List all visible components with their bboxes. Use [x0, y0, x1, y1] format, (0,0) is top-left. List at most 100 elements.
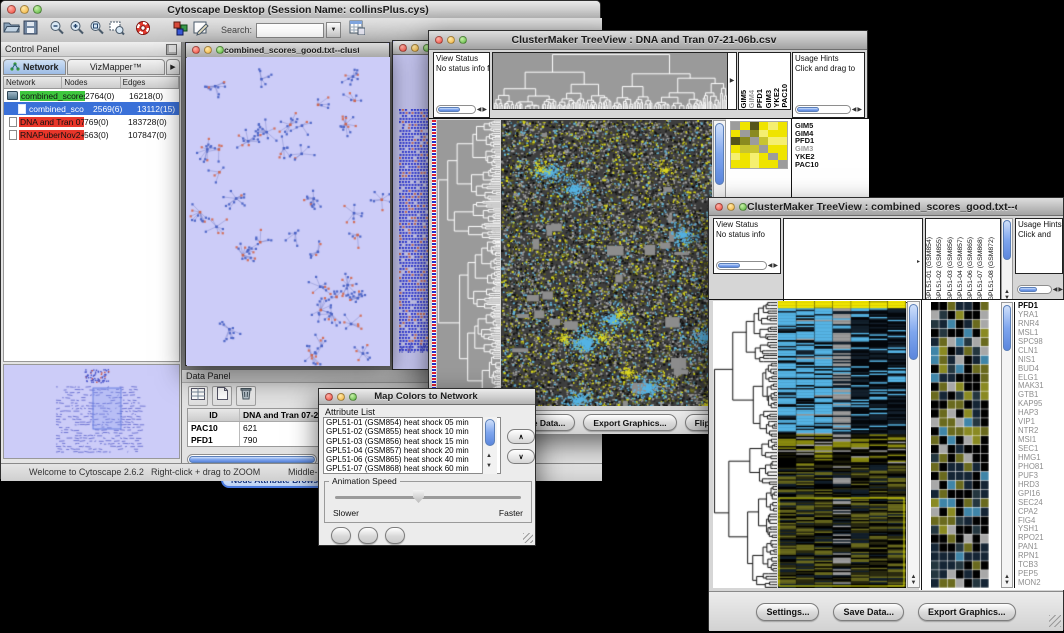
attribute-list-vscrollbar[interactable]: ▲ ▼: [482, 417, 497, 474]
close-icon[interactable]: [7, 5, 16, 14]
network-canvas[interactable]: [187, 57, 390, 366]
zoom-selected-button[interactable]: [107, 20, 127, 40]
minimize-icon[interactable]: [337, 393, 345, 401]
minimize-icon[interactable]: [20, 5, 29, 14]
netwin1-titlebar[interactable]: combined_scores_good.txt--cluste...: [186, 43, 389, 58]
column-labels-vscrollbar[interactable]: ▲▼: [1001, 218, 1013, 303]
scroll-thumb[interactable]: [797, 107, 819, 112]
birds-eye-view[interactable]: [3, 364, 180, 459]
vizmapper-button[interactable]: [171, 20, 191, 40]
move-up-button[interactable]: ∧: [507, 429, 535, 444]
arrow-right-icon[interactable]: ▶: [1058, 287, 1063, 293]
arrow-left-icon[interactable]: ◀: [1053, 287, 1058, 293]
zoom-in-button[interactable]: [67, 20, 87, 40]
close-icon[interactable]: [325, 393, 333, 401]
scroll-thumb[interactable]: [189, 456, 315, 463]
new-attribute-button[interactable]: [212, 386, 232, 406]
network-canvas-grid[interactable]: [399, 109, 429, 353]
arrow-down-icon[interactable]: ▼: [911, 580, 917, 586]
network-list-item[interactable]: RNAPuberNov2+ 563(0) 107847(0): [4, 128, 179, 141]
resize-grip[interactable]: [523, 533, 533, 543]
column-label[interactable]: GPL51-08 (GSM872): [989, 237, 999, 301]
column-dendrogram[interactable]: [492, 52, 728, 110]
row-dendrogram[interactable]: [437, 120, 500, 406]
column-header[interactable]: Nodes: [62, 77, 120, 88]
column-label[interactable]: PAC10: [781, 84, 789, 108]
row-label[interactable]: PAC10: [795, 161, 839, 169]
zoom-window-icon[interactable]: [739, 203, 747, 211]
scroll-thumb[interactable]: [718, 263, 740, 268]
zoom-window-icon[interactable]: [349, 393, 357, 401]
zoom-window-icon[interactable]: [33, 5, 42, 14]
search-dropdown-button[interactable]: ▼: [326, 22, 341, 38]
grid-row[interactable]: PAC10 621: [188, 422, 338, 434]
speed-slider-thumb[interactable]: [413, 490, 424, 503]
treeview-button[interactable]: Export Graphics...: [583, 414, 676, 431]
grid-row[interactable]: PFD1 790: [188, 434, 338, 446]
splitter-gutter[interactable]: ▶: [727, 52, 737, 110]
arrow-right-icon[interactable]: ▶: [773, 263, 778, 269]
tab-vizmapper[interactable]: VizMapper™: [67, 59, 165, 75]
network-list-item[interactable]: combined_sco 2569(6) 13112(15): [4, 102, 179, 115]
close-icon[interactable]: [715, 203, 723, 211]
tab-network[interactable]: Network: [3, 59, 66, 75]
network-list-item[interactable]: DNA and Tran 07 769(0) 183728(0): [4, 115, 179, 128]
view-status-hscrollbar[interactable]: ◀▶: [716, 260, 778, 271]
table-report-button[interactable]: [347, 20, 367, 40]
heatmap-vscrollbar[interactable]: ▲▼: [907, 301, 920, 588]
search-input[interactable]: [256, 23, 324, 38]
save-session-button[interactable]: [21, 20, 41, 40]
tab-overflow-button[interactable]: ▶: [166, 59, 180, 75]
zoom-window-icon[interactable]: [459, 36, 467, 44]
close-icon[interactable]: [192, 46, 200, 54]
attribute-list[interactable]: GPL51-01 (GSM854) heat shock 05 minGPL51…: [323, 417, 501, 474]
arrow-left-icon[interactable]: ◀: [768, 263, 773, 269]
attribute-list-item[interactable]: GPL51-01 (GSM854) heat shock 05 min: [324, 418, 500, 427]
attribute-list-item[interactable]: GPL51-06 (GSM865) heat shock 40 min: [324, 455, 500, 464]
delete-attribute-button[interactable]: [236, 386, 256, 406]
window-controls[interactable]: [325, 393, 357, 401]
arrow-down-icon[interactable]: ▼: [486, 454, 492, 472]
usage-hints-hscrollbar[interactable]: ◀▶: [795, 104, 862, 115]
window-controls[interactable]: [192, 46, 224, 54]
arrow-right-icon[interactable]: ▶: [857, 107, 862, 113]
float-panel-icon[interactable]: [166, 44, 177, 55]
attribute-list-item[interactable]: GPL51-04 (GSM857) heat shock 20 min: [324, 446, 500, 455]
scroll-thumb[interactable]: [1003, 220, 1011, 260]
dialog-button[interactable]: [385, 527, 405, 544]
minimize-icon[interactable]: [447, 36, 455, 44]
gene-label[interactable]: MON2: [1018, 579, 1064, 588]
zoom-fit-button[interactable]: [87, 20, 107, 40]
dialog-button[interactable]: [358, 527, 378, 544]
column-label[interactable]: GPL51-07 (GSM868): [978, 237, 988, 301]
move-down-button[interactable]: ∨: [507, 449, 535, 464]
help-button[interactable]: [133, 20, 153, 40]
arrow-right-icon[interactable]: ▶: [482, 107, 487, 113]
treeview2-titlebar[interactable]: ClusterMaker TreeView : combined_scores_…: [709, 198, 1063, 216]
window-controls[interactable]: [399, 44, 431, 52]
dialog-button[interactable]: [331, 527, 351, 544]
column-dendrogram-panel[interactable]: ▸: [783, 218, 923, 303]
speed-slider-track[interactable]: [335, 496, 521, 499]
dialog-titlebar[interactable]: Map Colors to Network: [319, 389, 535, 405]
annotation-button[interactable]: [191, 20, 211, 40]
attribute-list-item[interactable]: GPL51-07 (GSM868) heat shock 60 min: [324, 464, 500, 473]
row-dendrogram[interactable]: [713, 301, 777, 588]
arrow-down-icon[interactable]: ▼: [1004, 580, 1010, 586]
view-status-hscrollbar[interactable]: ◀▶: [436, 104, 487, 115]
column-header[interactable]: Edges: [121, 77, 179, 88]
usage-hints-hscrollbar[interactable]: ◀▶: [1017, 284, 1063, 295]
attribute-table-button[interactable]: [188, 386, 208, 406]
scroll-thumb[interactable]: [1003, 305, 1011, 351]
arrow-left-icon[interactable]: ◀: [477, 107, 482, 113]
global-heatmap[interactable]: [501, 120, 712, 406]
scroll-thumb[interactable]: [909, 304, 918, 360]
scroll-thumb[interactable]: [438, 107, 460, 112]
scroll-thumb[interactable]: [715, 123, 724, 185]
scroll-thumb[interactable]: [1019, 287, 1037, 292]
window-controls[interactable]: [435, 36, 467, 44]
column-header[interactable]: Network: [4, 77, 62, 88]
global-heatmap[interactable]: [778, 301, 906, 588]
minimize-icon[interactable]: [204, 46, 212, 54]
attribute-list-item[interactable]: GPL51-02 (GSM855) heat shock 10 min: [324, 427, 500, 436]
